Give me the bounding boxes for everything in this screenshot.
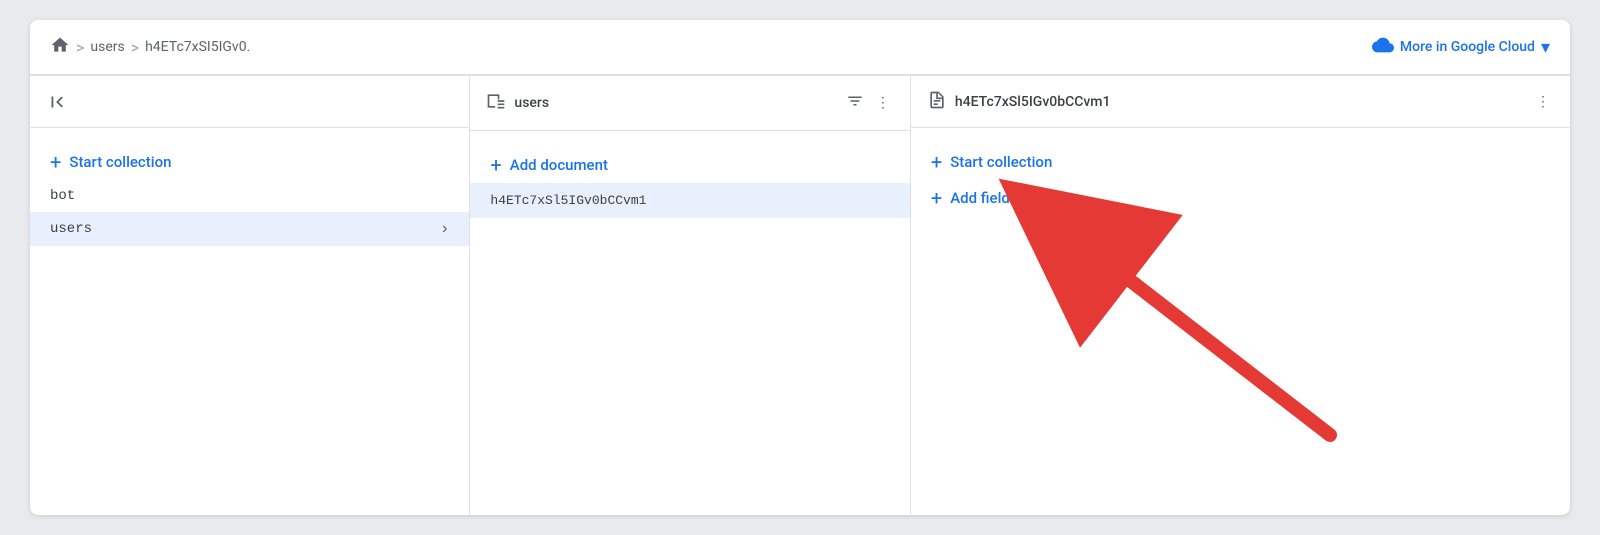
list-item-users[interactable]: users › (30, 212, 469, 246)
breadcrumb-users-link[interactable]: users (90, 39, 124, 55)
add-field-label: Add field (950, 189, 1010, 207)
plus-icon-add-field: + (931, 188, 942, 208)
breadcrumb-bar: > users > h4ETc7xSI5IGv0. More in Google… (30, 20, 1570, 75)
more-in-google-cloud-button[interactable]: More in Google Cloud ▾ (1372, 34, 1550, 60)
breadcrumb-sep2: > (131, 38, 139, 57)
col3: h4ETc7xSl5IGv0bCCvm1 ⋮ + Start collectio… (911, 76, 1570, 515)
add-document-link[interactable]: + Add document (470, 147, 909, 183)
breadcrumb-left: > users > h4ETc7xSI5IGv0. (50, 35, 250, 59)
col3-actions: ⋮ (1532, 90, 1554, 114)
col3-header: h4ETc7xSl5IGv0bCCvm1 ⋮ (911, 76, 1570, 128)
col1-header (30, 76, 469, 128)
start-collection-label-col3: Start collection (950, 153, 1052, 171)
breadcrumb-sep1: > (76, 38, 84, 57)
doc-id-label: h4ETc7xSl5IGv0bCCvm1 (490, 193, 646, 208)
add-document-label: Add document (510, 156, 608, 174)
col2-title: users (514, 95, 833, 111)
bot-label: bot (50, 188, 75, 204)
col3-more-icon[interactable]: ⋮ (1532, 90, 1554, 114)
col2-collection-icon (486, 91, 506, 115)
home-icon[interactable] (50, 35, 70, 59)
col2-actions: ⋮ (842, 88, 894, 118)
col3-body: + Start collection + Add field (911, 128, 1570, 515)
cloud-icon (1372, 34, 1394, 60)
start-collection-link-col1[interactable]: + Start collection (30, 144, 469, 180)
start-collection-link-col3[interactable]: + Start collection (911, 144, 1570, 180)
breadcrumb-doc-id: h4ETc7xSI5IGv0. (145, 39, 250, 55)
columns-wrapper: + Start collection bot users › (30, 75, 1570, 515)
start-collection-label-col1: Start collection (69, 153, 171, 171)
col2: users ⋮ + Add document h4ETc7xSl5IGv0b (470, 76, 910, 515)
plus-icon-col1: + (50, 152, 61, 172)
users-label: users (50, 221, 92, 237)
list-item-bot[interactable]: bot (30, 180, 469, 212)
col2-header: users ⋮ (470, 76, 909, 131)
col1: + Start collection bot users › (30, 76, 470, 515)
col3-doc-icon (927, 90, 947, 114)
col1-body: + Start collection bot users › (30, 128, 469, 515)
add-field-link[interactable]: + Add field (911, 180, 1570, 216)
col3-title: h4ETc7xSl5IGv0bCCvm1 (955, 94, 1524, 110)
doc-item-h4[interactable]: h4ETc7xSl5IGv0bCCvm1 (470, 183, 909, 218)
col2-body: + Add document h4ETc7xSl5IGv0bCCvm1 (470, 131, 909, 515)
double-chevron-icon (46, 91, 68, 113)
col2-more-icon[interactable]: ⋮ (872, 91, 894, 115)
plus-icon-col2: + (490, 155, 501, 175)
chevron-down-icon: ▾ (1541, 37, 1550, 58)
users-chevron-icon: › (440, 220, 450, 238)
more-in-google-cloud-label: More in Google Cloud (1400, 39, 1535, 55)
plus-icon-col3: + (931, 152, 942, 172)
filter-icon[interactable] (842, 88, 868, 118)
columns-container: + Start collection bot users › (30, 75, 1570, 515)
